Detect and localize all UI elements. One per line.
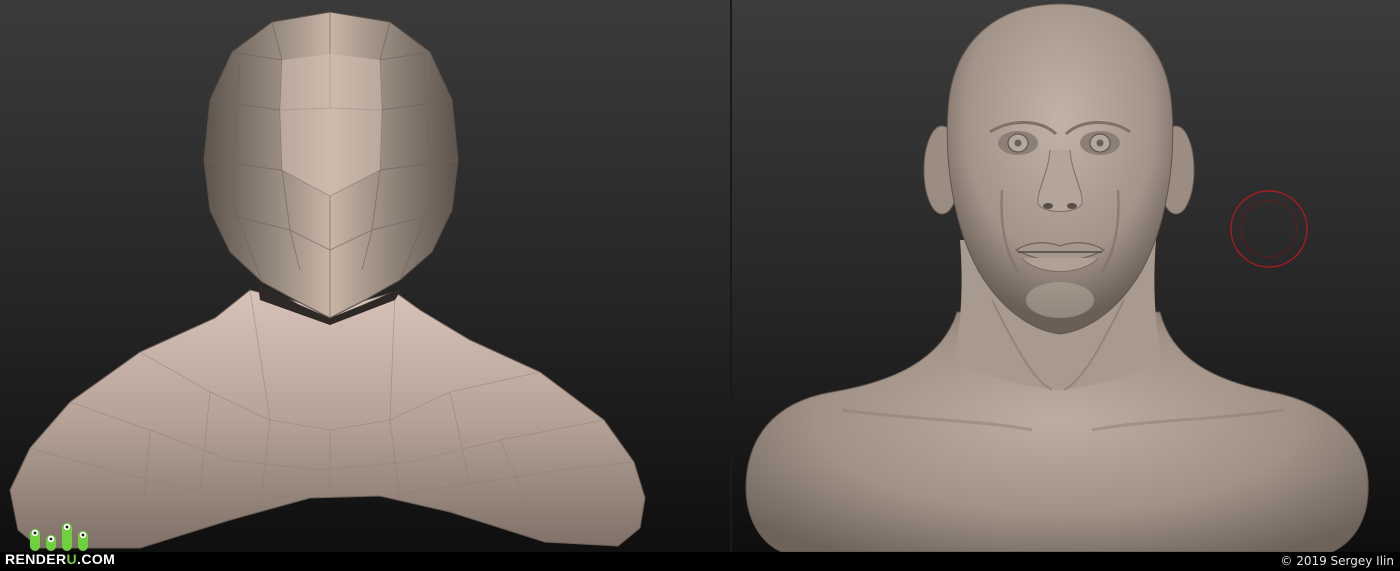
logo-text-accent: U [66, 551, 78, 567]
low-poly-model [0, 0, 730, 552]
sculpted-model [732, 0, 1400, 552]
viewport-left[interactable] [0, 0, 730, 552]
zbrush-canvas: RENDERU.COM © 2019 Sergey Ilin [0, 0, 1400, 571]
logo-text-suffix: .COM [77, 551, 116, 567]
viewport-right[interactable] [732, 0, 1400, 552]
copyright-text: © 2019 Sergey Ilin [1280, 554, 1394, 568]
logo-wordmark: RENDERU.COM [5, 551, 115, 567]
renderu-logo[interactable]: RENDERU.COM [4, 515, 115, 569]
logo-mascot-icon [30, 523, 88, 551]
logo-text-main: RENDER [5, 551, 67, 567]
footer-bar [0, 552, 1400, 571]
